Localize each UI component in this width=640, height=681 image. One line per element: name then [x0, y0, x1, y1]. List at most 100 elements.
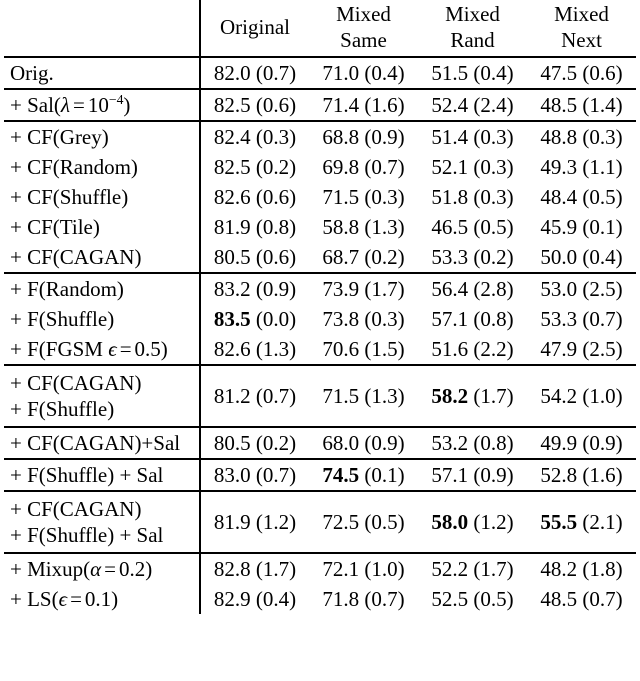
cell-mixed_rand: 46.5 (0.5) [418, 212, 527, 242]
cell-mean: 71.8 [322, 587, 360, 611]
cell-original: 80.5 (0.6) [199, 242, 309, 272]
cell-mean: 45.9 [540, 215, 578, 239]
cell-mixed_rand: 51.8 (0.3) [418, 182, 527, 212]
cell-stddev: (0.7) [255, 463, 297, 487]
row-label: + F(Random) [4, 274, 200, 304]
cell-mean: 73.9 [322, 277, 360, 301]
cell-mean: 71.4 [322, 93, 360, 117]
cell-stddev: (0.7) [255, 61, 297, 85]
cell-stddev: (1.0) [582, 384, 623, 408]
cell-mixed_rand: 51.6 (2.2) [418, 334, 527, 364]
cell-mean: 82.5 [213, 155, 251, 179]
cell-mean: 48.8 [540, 125, 578, 149]
cell-mixed_same: 72.1 (1.0) [309, 554, 418, 584]
cell-mean: 52.4 [431, 93, 469, 117]
cell-stddev: (0.3) [364, 307, 405, 331]
header-line1: Original [220, 15, 290, 39]
cell-mean: 51.5 [431, 61, 469, 85]
cell-mean: 49.9 [540, 431, 578, 455]
cell-mixed_rand: 51.4 (0.3) [418, 122, 527, 152]
cell-mixed_rand: 57.1 (0.8) [418, 304, 527, 334]
row-label: + CF(CAGAN) + F(Shuffle) + Sal [4, 492, 200, 552]
cell-stddev: (0.9) [364, 431, 405, 455]
row-label-line1: + CF(Tile) [10, 215, 100, 239]
cell-stddev: (0.7) [582, 307, 623, 331]
cell-mean: 58.0 [431, 510, 469, 534]
header-cell-mixed_next: Mixed Next [527, 0, 636, 56]
row-label: + F(Shuffle) + Sal [4, 460, 200, 490]
header-cell-label [4, 0, 200, 56]
cell-mixed_same: 73.9 (1.7) [309, 274, 418, 304]
cell-stddev: (1.2) [255, 510, 297, 534]
cell-mean: 68.8 [322, 125, 360, 149]
row-label: + CF(Random) [4, 152, 200, 182]
table-row: + F(Shuffle) 83.5 (0.0) 73.8 (0.3) 57.1 (0.… [4, 304, 636, 334]
cell-stddev: (0.8) [473, 307, 514, 331]
cell-mean: 83.2 [213, 277, 251, 301]
header-line1: Mixed [554, 2, 609, 26]
cell-mean: 83.5 [213, 307, 251, 331]
cell-mean: 82.8 [213, 557, 251, 581]
cell-mixed_same: 71.4 (1.6) [309, 90, 418, 120]
cell-mixed_next: 47.5 (0.6) [527, 58, 636, 88]
cell-mixed_next: 49.9 (0.9) [527, 428, 636, 458]
row-label-line1: + LS(ϵ = 0.1) [10, 587, 119, 611]
row-label: + CF(CAGAN)+Sal [4, 428, 200, 458]
cell-mean: 50.0 [540, 245, 578, 269]
cell-mean: 72.5 [322, 510, 360, 534]
cell-original: 81.9 (0.8) [199, 212, 309, 242]
table-row: + F(Random) 83.2 (0.9) 73.9 (1.7) 56.4 (2.8… [4, 274, 636, 304]
row-label-line1: + CF(Random) [10, 155, 138, 179]
results-table-container: Original Mixed Same Mixed Rand Mixed Next Orig.… [0, 0, 640, 614]
row-label-line1: Orig. [10, 61, 54, 85]
cell-mixed_rand: 52.2 (1.7) [418, 554, 527, 584]
cell-stddev: (1.6) [582, 463, 623, 487]
row-label-line1: + CF(CAGAN) [10, 245, 142, 269]
cell-stddev: (0.5) [582, 185, 623, 209]
cell-mean: 47.9 [540, 337, 578, 361]
cell-mean: 82.6 [213, 185, 251, 209]
header-cell-original: Original [199, 0, 309, 56]
table-row: + CF(Shuffle) 82.6 (0.6) 71.5 (0.3) 51.8 (0… [4, 182, 636, 212]
cell-stddev: (0.4) [473, 61, 514, 85]
cell-mean: 58.2 [431, 384, 469, 408]
cell-stddev: (0.6) [582, 61, 623, 85]
cell-mixed_next: 45.9 (0.1) [527, 212, 636, 242]
table-row: + Sal(λ = 10−4) 82.5 (0.6) 71.4 (1.6) 52.4 (2… [4, 90, 636, 120]
cell-mean: 55.5 [540, 510, 578, 534]
cell-stddev: (0.7) [582, 587, 623, 611]
cell-mixed_rand: 53.2 (0.8) [418, 428, 527, 458]
row-label-line1: + CF(CAGAN)+Sal [10, 431, 181, 455]
cell-original: 81.9 (1.2) [199, 492, 309, 552]
cell-stddev: (0.7) [255, 384, 297, 408]
cell-stddev: (1.7) [255, 557, 297, 581]
cell-stddev: (1.1) [582, 155, 623, 179]
cell-mean: 53.2 [431, 431, 469, 455]
cell-stddev: (0.9) [364, 125, 405, 149]
table-row: + CF(Grey) 82.4 (0.3) 68.8 (0.9) 51.4 (0.3)… [4, 122, 636, 152]
cell-stddev: (1.3) [255, 337, 297, 361]
header-cell-mixed_same: Mixed Same [309, 0, 418, 56]
cell-mixed_same: 72.5 (0.5) [309, 492, 418, 552]
cell-mixed_rand: 53.3 (0.2) [418, 242, 527, 272]
cell-mixed_next: 48.5 (0.7) [527, 584, 636, 614]
cell-stddev: (0.3) [473, 155, 514, 179]
row-label-line1: + Sal(λ = 10−4) [10, 92, 131, 117]
cell-stddev: (1.7) [364, 277, 405, 301]
cell-stddev: (1.3) [364, 384, 405, 408]
cell-stddev: (0.9) [255, 277, 297, 301]
cell-mean: 54.2 [540, 384, 578, 408]
cell-mixed_rand: 58.0 (1.2) [418, 492, 527, 552]
cell-mean: 53.3 [431, 245, 469, 269]
cell-stddev: (0.2) [255, 155, 297, 179]
row-label-line1: + Mixup(α = 0.2) [10, 557, 153, 581]
cell-stddev: (0.3) [255, 125, 297, 149]
cell-stddev: (1.3) [364, 215, 405, 239]
cell-mixed_next: 53.3 (0.7) [527, 304, 636, 334]
cell-mixed_next: 48.5 (1.4) [527, 90, 636, 120]
header-line1: Mixed [445, 2, 500, 26]
cell-mean: 71.5 [322, 185, 360, 209]
cell-mixed_next: 53.0 (2.5) [527, 274, 636, 304]
cell-mixed_rand: 57.1 (0.9) [418, 460, 527, 490]
cell-original: 82.8 (1.7) [199, 554, 309, 584]
